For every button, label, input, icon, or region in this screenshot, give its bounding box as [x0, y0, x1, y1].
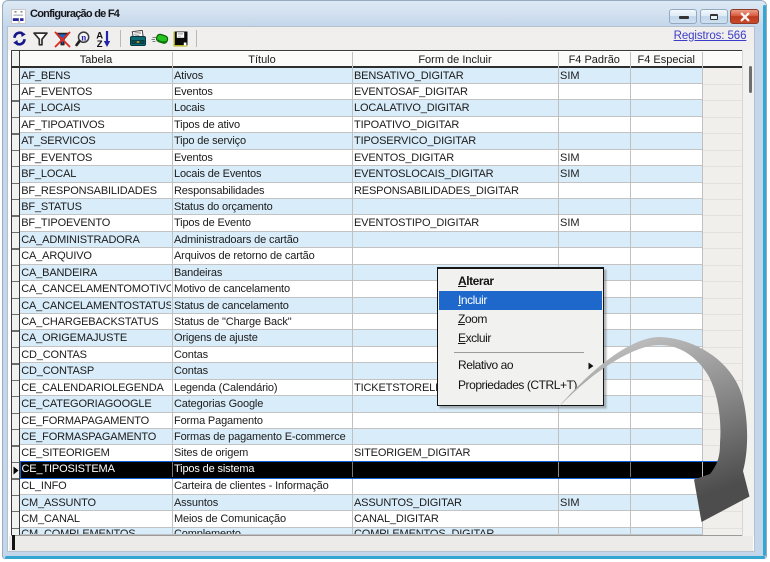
svg-text:n: n [81, 32, 86, 42]
svg-text:Z: Z [97, 39, 103, 48]
